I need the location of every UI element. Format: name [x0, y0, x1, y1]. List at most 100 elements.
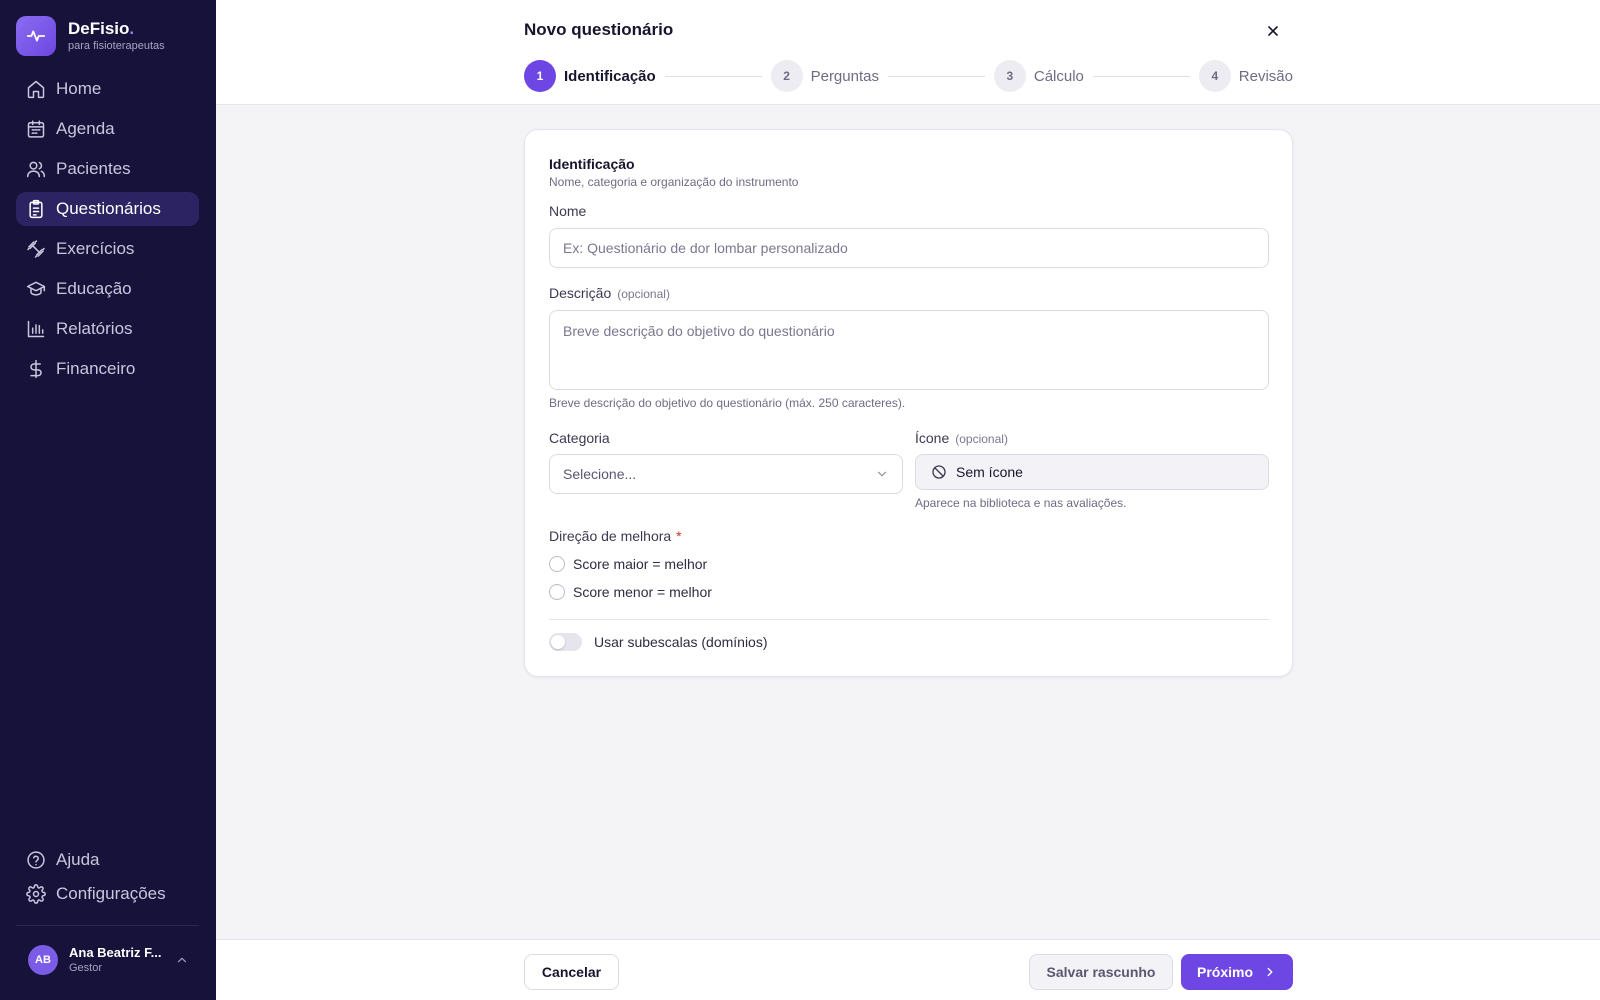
- sidebar-item-label: Pacientes: [56, 159, 131, 178]
- icon-picker[interactable]: Sem ícone: [915, 454, 1269, 490]
- users-icon: [26, 161, 46, 178]
- radio-label: Score menor = melhor: [573, 584, 712, 600]
- page-header: Novo questionário 1 Identificação 2 Perg…: [216, 0, 1600, 105]
- subscales-toggle-row[interactable]: Usar subescalas (domínios): [549, 633, 768, 651]
- bar-chart-icon: [27, 320, 45, 338]
- step-perguntas[interactable]: 2 Perguntas: [770, 60, 879, 92]
- step-number: 2: [770, 60, 803, 92]
- optional-tag: (opcional): [617, 287, 670, 301]
- save-draft-button[interactable]: Salvar rascunho: [1029, 954, 1173, 990]
- sidebar-item-label: Configurações: [56, 884, 166, 903]
- action-footer: Cancelar Salvar rascunho Próximo: [216, 939, 1600, 1000]
- sidebar-item-label: Educação: [56, 279, 132, 298]
- name-label: Nome: [549, 203, 587, 219]
- calendar-icon: [27, 120, 45, 138]
- sidebar-item-financeiro[interactable]: Financeiro: [16, 352, 199, 386]
- section-title: Identificação: [549, 156, 635, 172]
- step-number: 3: [993, 60, 1026, 92]
- identification-card: Identificação Nome, categoria e organiza…: [524, 129, 1293, 677]
- description-label: Descrição (opcional): [549, 285, 670, 301]
- subscales-label: Usar subescalas (domínios): [594, 634, 768, 650]
- optional-tag: (opcional): [955, 432, 1008, 446]
- name-input[interactable]: [549, 228, 1269, 268]
- step-connector: [1092, 75, 1190, 77]
- subscales-toggle[interactable]: [549, 633, 582, 651]
- user-name: Ana Beatriz F...: [69, 945, 162, 960]
- step-label: Identificação: [564, 67, 656, 85]
- direction-option-higher[interactable]: Score maior = melhor: [549, 556, 707, 572]
- description-hint: Breve descrição do objetivo do questioná…: [549, 396, 906, 410]
- category-selected-value: Selecione...: [563, 466, 637, 482]
- icon-label: Ícone (opcional): [915, 430, 1008, 446]
- step-label: Perguntas: [810, 67, 879, 85]
- user-role: Gestor: [69, 962, 103, 974]
- toggle-knob: [551, 635, 565, 649]
- dumbbell-icon: [27, 240, 45, 258]
- help-circle-icon: [27, 851, 45, 869]
- category-label: Categoria: [549, 430, 610, 446]
- next-button[interactable]: Próximo: [1181, 954, 1293, 990]
- radio-label: Score maior = melhor: [573, 556, 708, 572]
- sidebar-item-label: Financeiro: [56, 359, 136, 378]
- sidebar-item-configuracoes[interactable]: Configurações: [16, 879, 199, 909]
- cancel-button[interactable]: Cancelar: [524, 954, 619, 990]
- sidebar-item-exercicios[interactable]: Exercícios: [16, 232, 199, 266]
- sidebar-item-relatorios[interactable]: Relatórios: [16, 312, 199, 346]
- settings-icon: [26, 884, 46, 904]
- step-label: Revisão: [1238, 67, 1293, 85]
- dollar-icon: [30, 359, 42, 379]
- pulse-icon: [16, 16, 56, 56]
- step-calculo[interactable]: 3 Cálculo: [993, 60, 1084, 92]
- stepper: 1 Identificação 2 Perguntas 3 Cálculo 4 …: [524, 60, 1293, 92]
- graduation-cap-icon: [26, 281, 46, 296]
- icon-picker-value: Sem ícone: [956, 464, 1023, 480]
- sidebar-item-label: Ajuda: [56, 850, 100, 869]
- description-textarea[interactable]: [549, 310, 1269, 390]
- divider: [549, 619, 1269, 620]
- radio-button[interactable]: [549, 556, 565, 572]
- sidebar-item-label: Home: [56, 79, 102, 98]
- chevron-right-icon: [1267, 967, 1273, 977]
- brand-subtitle: para fisioterapeutas: [68, 40, 165, 52]
- clipboard-icon: [29, 199, 43, 219]
- sidebar-item-educacao[interactable]: Educação: [16, 272, 199, 306]
- step-label: Cálculo: [1033, 67, 1084, 85]
- ban-icon: [932, 465, 946, 479]
- chevron-up-icon: [177, 957, 187, 962]
- category-select[interactable]: Selecione...: [549, 454, 903, 494]
- step-connector: [887, 75, 985, 77]
- step-connector: [664, 75, 762, 77]
- home-icon: [27, 80, 45, 99]
- sidebar-item-ajuda[interactable]: Ajuda: [16, 845, 199, 875]
- user-menu[interactable]: AB Ana Beatriz F... Gestor: [16, 925, 199, 985]
- sidebar-item-label: Relatórios: [56, 319, 133, 338]
- required-mark: *: [676, 528, 682, 544]
- sidebar-item-questionarios[interactable]: Questionários: [16, 192, 199, 226]
- close-button[interactable]: [1262, 20, 1284, 42]
- direction-option-lower[interactable]: Score menor = melhor: [549, 584, 712, 600]
- icon-hint: Aparece na biblioteca e nas avaliações.: [915, 496, 1127, 510]
- brand[interactable]: DeFisio. para fisioterapeutas: [16, 16, 165, 56]
- step-identificacao[interactable]: 1 Identificação: [524, 60, 656, 92]
- step-revisao[interactable]: 4 Revisão: [1198, 60, 1293, 92]
- sidebar-item-label: Exercícios: [56, 239, 135, 258]
- sidebar-item-label: Questionários: [56, 199, 161, 218]
- sidebar: DeFisio. para fisioterapeutas Home Agend…: [0, 0, 216, 1000]
- sidebar-item-pacientes[interactable]: Pacientes: [16, 152, 199, 186]
- step-number: 4: [1198, 60, 1231, 92]
- direction-label: Direção de melhora *: [549, 528, 682, 544]
- sidebar-item-home[interactable]: Home: [16, 72, 199, 106]
- step-number: 1: [524, 60, 556, 92]
- chevron-down-icon: [877, 471, 887, 477]
- sidebar-item-label: Agenda: [56, 119, 115, 138]
- radio-button[interactable]: [549, 584, 565, 600]
- sidebar-bottom-nav: Ajuda Configurações: [16, 845, 199, 913]
- page-title: Novo questionário: [524, 20, 674, 39]
- close-icon: [1268, 26, 1278, 36]
- sidebar-item-agenda[interactable]: Agenda: [16, 112, 199, 146]
- avatar: AB: [28, 944, 58, 975]
- brand-name: DeFisio.: [68, 19, 135, 38]
- sidebar-nav: Home Agenda Pacientes Questionários Exer…: [16, 72, 199, 392]
- section-subtitle: Nome, categoria e organização do instrum…: [549, 175, 799, 189]
- next-button-label: Próximo: [1196, 964, 1253, 980]
